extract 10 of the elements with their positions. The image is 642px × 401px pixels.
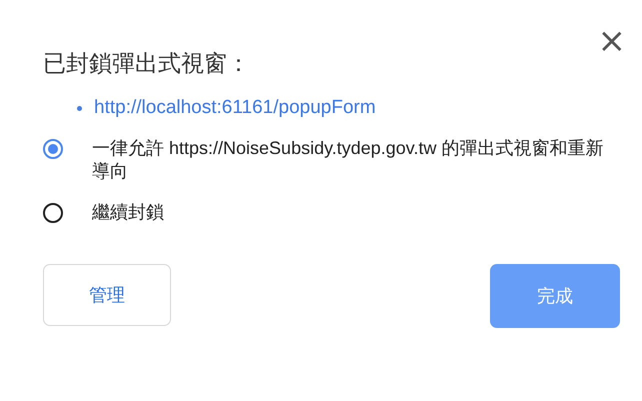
bullet-icon	[77, 106, 82, 110]
close-button[interactable]: ×	[592, 26, 632, 56]
option-label: 一律允許 https://NoiseSubsidy.tydep.gov.tw 的彈出式視窗和重新導向	[92, 137, 604, 183]
popup-link[interactable]: http://localhost:61161/popupForm	[94, 97, 376, 119]
manage-button[interactable]: 管理	[43, 264, 171, 326]
radio-button[interactable]	[43, 139, 63, 159]
option-label: 繼續封鎖	[92, 201, 164, 224]
radio-button[interactable]	[43, 203, 63, 223]
dialog-title: 已封鎖彈出式視窗：	[43, 50, 250, 79]
done-button[interactable]: 完成	[490, 264, 620, 328]
